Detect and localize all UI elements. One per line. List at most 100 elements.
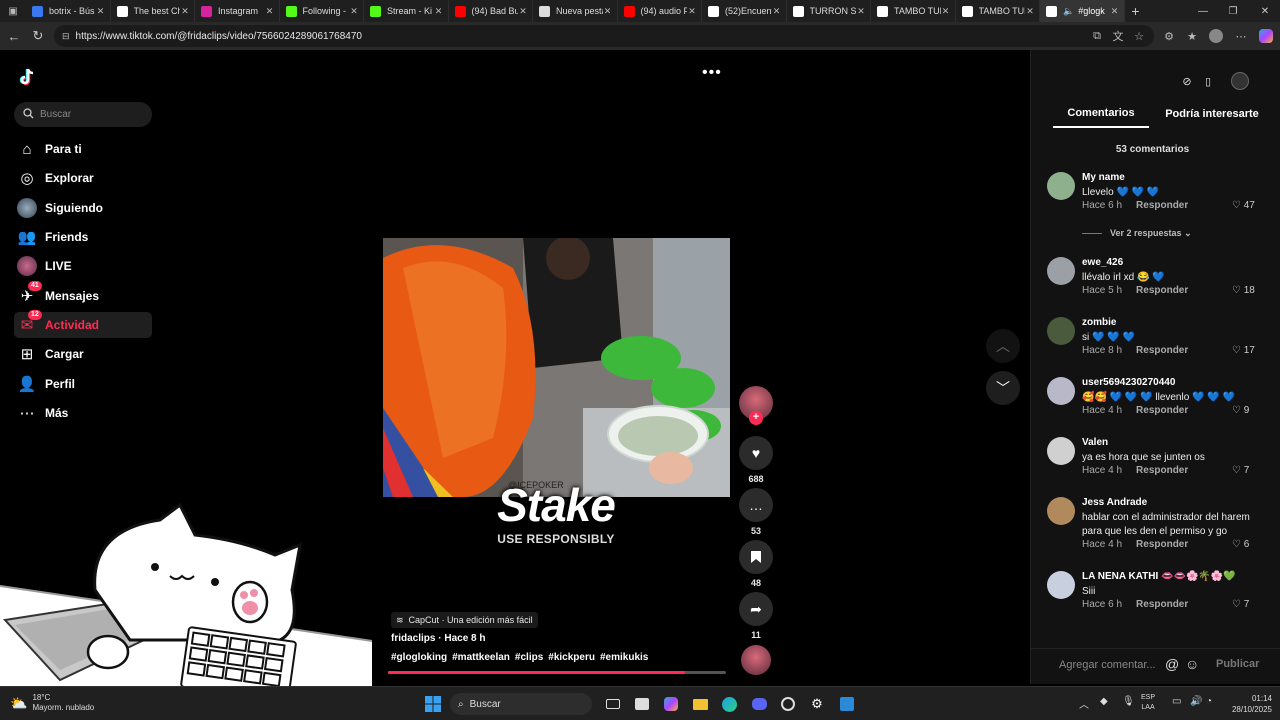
publish-button[interactable]: Publicar [1216, 658, 1259, 670]
heart-icon[interactable]: ♥ [739, 436, 773, 470]
tab-close-icon[interactable]: ✕ [265, 6, 275, 17]
restore-icon[interactable]: ❐ [1218, 0, 1248, 22]
coins-icon[interactable]: ⊘ [1176, 70, 1198, 92]
sidebar-item[interactable]: 👥 Friends [14, 224, 152, 250]
commenter-avatar[interactable] [1047, 317, 1075, 345]
hashtag-link[interactable]: #clips [515, 652, 543, 663]
comment-like-button[interactable]: ♡ 18 [1232, 285, 1255, 296]
store-icon[interactable] [633, 695, 651, 713]
share-action[interactable]: ➦ 11 [739, 592, 773, 640]
extensions-icon[interactable]: ⚙ [1158, 22, 1180, 50]
tab-audio-icon[interactable]: 🔈 [1063, 6, 1074, 17]
comment-like-button[interactable]: ♡ 9 [1232, 405, 1249, 416]
reply-button[interactable]: Responder [1136, 599, 1188, 610]
reply-button[interactable]: Responder [1136, 285, 1188, 296]
tab-close-icon[interactable]: ✕ [941, 6, 951, 17]
tab-close-icon[interactable]: ✕ [96, 6, 106, 17]
copilot-taskbar-icon[interactable] [662, 695, 680, 713]
notification-icon[interactable]: ◔ [1206, 696, 1212, 707]
hashtag-link[interactable]: #glogloking [391, 652, 447, 663]
share-icon[interactable]: ➦ [739, 592, 773, 626]
commenter-avatar[interactable] [1047, 571, 1075, 599]
commenter-name[interactable]: zombie [1082, 317, 1116, 328]
hashtag-link[interactable]: #emikukis [600, 652, 648, 663]
commenter-avatar[interactable] [1047, 172, 1075, 200]
browser-tab[interactable]: Nueva pesta ✕ [533, 0, 618, 22]
sidebar-item[interactable]: ⌂ Para ti [14, 136, 152, 162]
comment-like-button[interactable]: ♡ 7 [1232, 465, 1249, 476]
translate-icon[interactable]: 文 [1107, 22, 1129, 50]
language-indicator[interactable]: ESP LAA [1141, 693, 1155, 713]
reply-button[interactable]: Responder [1136, 200, 1188, 211]
tab-close-icon[interactable]: ✕ [603, 6, 613, 17]
tab-comments[interactable]: Comentarios [1053, 100, 1149, 128]
tab-close-icon[interactable]: ✕ [1110, 6, 1120, 17]
tab-close-icon[interactable]: ✕ [687, 6, 697, 17]
view-replies-button[interactable]: Ver 2 respuestas ⌄ [1082, 228, 1192, 239]
browser-tab[interactable]: 🔈 #glogk ✕ [1040, 0, 1125, 22]
commenter-name[interactable]: user5694230270440 [1082, 377, 1175, 388]
commenter-avatar[interactable] [1047, 497, 1075, 525]
reload-icon[interactable]: ↻ [26, 22, 50, 50]
copilot-icon[interactable] [1255, 22, 1277, 50]
like-action[interactable]: ♥ 688 [739, 436, 773, 484]
next-video-button[interactable]: ﹀ [986, 371, 1020, 405]
reply-button[interactable]: Responder [1136, 539, 1188, 550]
volume-icon[interactable]: 🔊 [1190, 696, 1202, 707]
comment-like-button[interactable]: ♡ 6 [1232, 539, 1249, 550]
sidebar-item[interactable]: Siguiendo [14, 195, 152, 221]
tiktok-logo[interactable] [16, 66, 38, 88]
tab-close-icon[interactable]: ✕ [434, 6, 444, 17]
mention-icon[interactable]: @ [1165, 656, 1179, 672]
profile-avatar[interactable] [1205, 22, 1227, 50]
sidebar-item[interactable]: ⋯ Más [14, 400, 152, 426]
search-bar[interactable] [14, 102, 152, 127]
device-icon[interactable]: ▯ [1197, 70, 1219, 92]
browser-tab[interactable]: TURRON SI ✕ [787, 0, 871, 22]
site-info-icon[interactable]: ⊟ [62, 31, 70, 42]
browser-tab[interactable]: botrix - Bús ✕ [26, 0, 111, 22]
sound-avatar[interactable] [739, 645, 773, 675]
comment-input[interactable] [1059, 656, 1169, 674]
commenter-name[interactable]: My name [1082, 172, 1125, 183]
tray-app-icon[interactable]: ◆ [1100, 696, 1108, 707]
tray-chevron-icon[interactable]: ︿ [1079, 696, 1089, 711]
browser-tab[interactable]: Instagram ✕ [195, 0, 280, 22]
tab-suggestions[interactable]: Podría interesarte [1153, 100, 1271, 128]
taskbar-search[interactable]: ⌕ Buscar [450, 693, 592, 715]
commenter-avatar[interactable] [1047, 377, 1075, 405]
commenter-name[interactable]: LA NENA KATHI 👄👄🌸🌴🌸💚 [1082, 571, 1236, 582]
browser-tab[interactable]: The best Ch ✕ [111, 0, 195, 22]
browser-tab[interactable]: Following - ✕ [280, 0, 364, 22]
tab-close-icon[interactable]: ✕ [772, 6, 782, 17]
sidebar-item[interactable]: 👤 Perfil [14, 371, 152, 397]
emoji-icon[interactable]: ☺ [1185, 656, 1199, 672]
open-in-app-icon[interactable]: ⧉ [1086, 22, 1108, 50]
follow-plus-button[interactable]: + [749, 411, 763, 425]
tab-actions-icon[interactable]: ▣ [0, 0, 26, 22]
clock[interactable]: 01:14 28/10/2025 [1220, 693, 1272, 715]
commenter-avatar[interactable] [1047, 257, 1075, 285]
save-action[interactable]: 48 [739, 540, 773, 588]
sidebar-item[interactable]: LIVE [14, 253, 152, 279]
favorites-icon[interactable]: ★ [1181, 22, 1203, 50]
capcut-badge[interactable]: ≋ CapCut · Una edición más fácil [391, 612, 538, 628]
weather-widget[interactable]: ⛅ 18°C Mayorm. nublado [10, 693, 94, 713]
sidebar-item[interactable]: ⊞ Cargar [14, 341, 152, 367]
address-bar[interactable]: ⊟ https://www.tiktok.com/@fridaclips/vid… [54, 25, 1154, 47]
browser-tab[interactable]: TAMBO TUR✕ [871, 0, 956, 22]
comment-icon[interactable]: … [739, 488, 773, 522]
settings-icon[interactable]: ⚙ [808, 695, 826, 713]
author-line[interactable]: fridaclips · Hace 8 h [391, 633, 485, 644]
reply-button[interactable]: Responder [1136, 465, 1188, 476]
display-icon[interactable]: ▭ [1172, 696, 1181, 707]
obs-icon[interactable] [779, 695, 797, 713]
file-explorer-icon[interactable] [691, 695, 709, 713]
minimize-icon[interactable]: — [1188, 0, 1218, 22]
video-player[interactable] [383, 238, 730, 497]
tab-close-icon[interactable]: ✕ [1025, 6, 1035, 17]
sidebar-item[interactable]: ◎ Explorar [14, 165, 152, 191]
browser-tab[interactable]: (94) Bad Bu ✕ [449, 0, 533, 22]
hashtag-link[interactable]: #mattkeelan [452, 652, 510, 663]
commenter-name[interactable]: Jess Andrade [1082, 497, 1147, 508]
